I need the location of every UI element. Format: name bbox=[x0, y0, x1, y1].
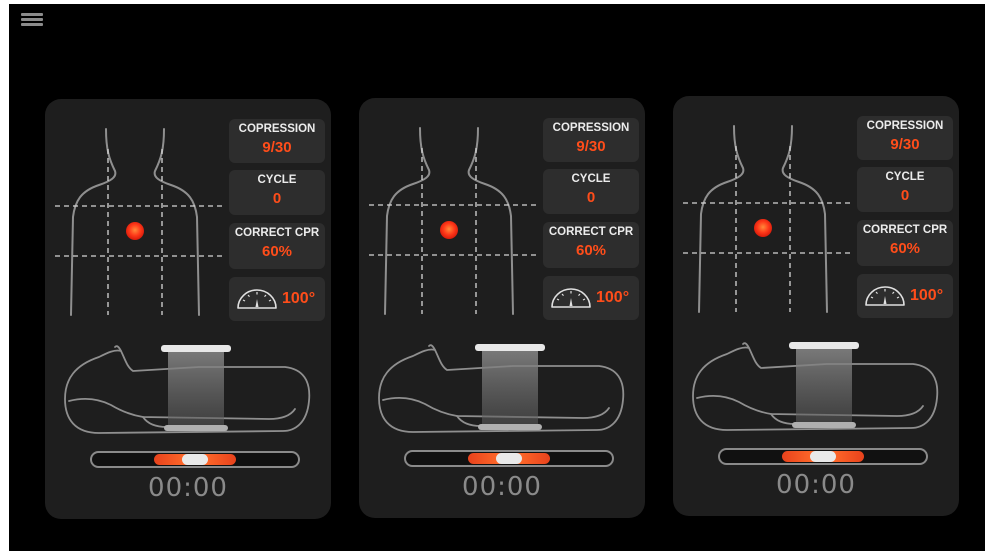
cycle-label: CYCLE bbox=[257, 174, 297, 186]
compression-depth-knob bbox=[182, 454, 208, 465]
compression-bottom-plate bbox=[164, 425, 228, 431]
angle-stat: 100° bbox=[543, 276, 639, 320]
cycle-value: 0 bbox=[272, 190, 282, 207]
compression-stat: COPRESSION 9/30 bbox=[857, 116, 953, 160]
angle-value: 100° bbox=[596, 289, 630, 306]
compression-value: 9/30 bbox=[576, 138, 606, 155]
correct-cpr-stat: CORRECT CPR 60% bbox=[543, 222, 639, 268]
compression-stat: COPRESSION 9/30 bbox=[229, 119, 325, 163]
correct-cpr-label: CORRECT CPR bbox=[548, 226, 634, 238]
compression-stat: COPRESSION 9/30 bbox=[543, 118, 639, 162]
correct-cpr-value: 60% bbox=[889, 240, 921, 257]
correct-cpr-stat: CORRECT CPR 60% bbox=[229, 223, 325, 269]
cycle-stat: CYCLE 0 bbox=[229, 170, 325, 215]
compression-depth-slider bbox=[718, 448, 928, 465]
correct-cpr-value: 60% bbox=[261, 243, 293, 260]
cpr-monitor-panel: COPRESSION 9/30 CYCLE 0 CORRECT CPR 60% bbox=[359, 98, 645, 518]
hamburger-menu-icon[interactable] bbox=[21, 13, 43, 27]
speedometer-icon bbox=[865, 286, 905, 306]
compression-point-indicator bbox=[754, 219, 772, 237]
patient-body-diagram bbox=[378, 344, 625, 433]
compression-depth-knob bbox=[810, 451, 836, 462]
compression-depth-knob bbox=[496, 453, 522, 464]
compression-label: COPRESSION bbox=[238, 123, 316, 135]
patient-body-diagram bbox=[692, 342, 939, 431]
cycle-value: 0 bbox=[586, 189, 596, 206]
angle-value: 100° bbox=[910, 287, 944, 304]
compression-bottom-plate bbox=[792, 422, 856, 428]
compression-label: COPRESSION bbox=[866, 120, 944, 132]
speedometer-icon bbox=[551, 288, 591, 308]
correct-cpr-label: CORRECT CPR bbox=[862, 224, 948, 236]
cycle-label: CYCLE bbox=[885, 171, 925, 183]
cycle-stat: CYCLE 0 bbox=[543, 169, 639, 214]
compression-column bbox=[168, 351, 224, 427]
compression-depth-slider bbox=[90, 451, 300, 468]
cycle-label: CYCLE bbox=[571, 173, 611, 185]
compression-depth-slider bbox=[404, 450, 614, 467]
cpr-timer: 00:00 bbox=[462, 472, 542, 502]
compression-top-plate bbox=[475, 344, 545, 351]
speedometer-icon bbox=[237, 289, 277, 309]
angle-stat: 100° bbox=[857, 274, 953, 318]
chest-diagram bbox=[683, 125, 851, 313]
compression-bottom-plate bbox=[478, 424, 542, 430]
cpr-monitor-panel: COPRESSION 9/30 CYCLE 0 CORRECT CPR 60% bbox=[45, 99, 331, 519]
angle-value: 100° bbox=[282, 290, 316, 307]
cycle-stat: CYCLE 0 bbox=[857, 167, 953, 212]
correct-cpr-value: 60% bbox=[575, 242, 607, 259]
compression-value: 9/30 bbox=[262, 139, 292, 156]
compression-column bbox=[796, 348, 852, 424]
compression-top-plate bbox=[161, 345, 231, 352]
cpr-monitor-panel: COPRESSION 9/30 CYCLE 0 CORRECT CPR 60% bbox=[673, 96, 959, 516]
chest-diagram bbox=[55, 128, 223, 316]
cpr-timer: 00:00 bbox=[148, 473, 228, 503]
correct-cpr-stat: CORRECT CPR 60% bbox=[857, 220, 953, 266]
angle-stat: 100° bbox=[229, 277, 325, 321]
chest-diagram bbox=[369, 127, 537, 315]
compression-point-indicator bbox=[440, 221, 458, 239]
compression-top-plate bbox=[789, 342, 859, 349]
compression-label: COPRESSION bbox=[552, 122, 630, 134]
cpr-timer: 00:00 bbox=[776, 470, 856, 500]
cycle-value: 0 bbox=[900, 187, 910, 204]
correct-cpr-label: CORRECT CPR bbox=[234, 227, 320, 239]
compression-value: 9/30 bbox=[890, 136, 920, 153]
patient-body-diagram bbox=[64, 345, 311, 434]
compression-column bbox=[482, 350, 538, 426]
app-screen: COPRESSION 9/30 CYCLE 0 CORRECT CPR 60% bbox=[9, 4, 985, 551]
compression-point-indicator bbox=[126, 222, 144, 240]
